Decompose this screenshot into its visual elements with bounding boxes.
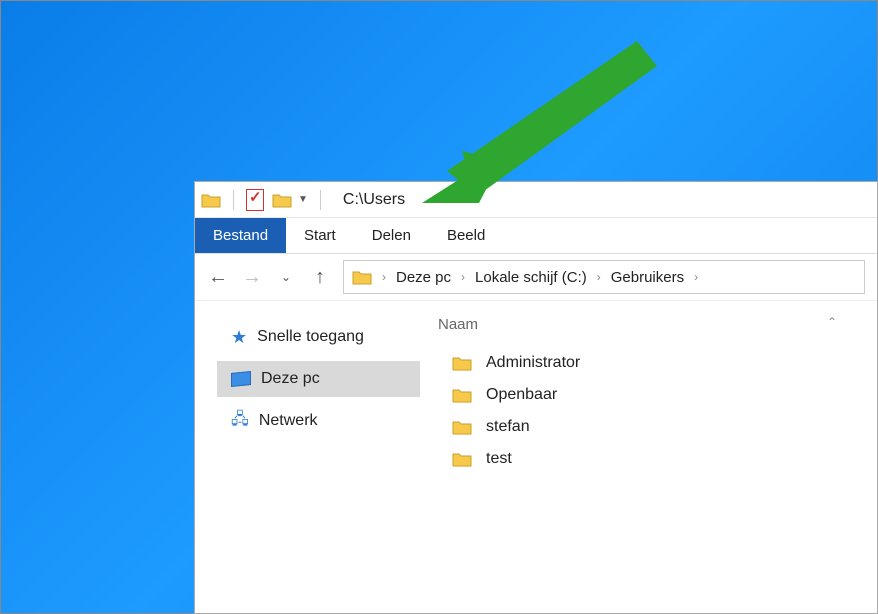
tab-share[interactable]: Delen (354, 218, 429, 253)
column-label: Naam (438, 316, 478, 333)
folder-row[interactable]: Openbaar (438, 379, 877, 411)
folder-name: stefan (486, 418, 530, 436)
address-folder-icon (352, 269, 372, 285)
folder-name: Openbaar (486, 386, 557, 404)
tree-label: Deze pc (261, 370, 320, 388)
tab-home[interactable]: Start (286, 218, 354, 253)
separator (320, 190, 321, 210)
titlebar: ▼ C:\Users (195, 182, 877, 218)
ribbon-tabs: Bestand Start Delen Beeld (195, 218, 877, 254)
folder-row[interactable]: stefan (438, 411, 877, 443)
file-list: Administrator Openbaar stefan test (438, 339, 877, 475)
back-button[interactable]: ← (207, 266, 229, 289)
star-icon: ★ (231, 327, 247, 348)
folder-icon (452, 451, 472, 467)
tree-label: Snelle toegang (257, 328, 364, 346)
folder-row[interactable]: Administrator (438, 347, 877, 379)
crumb-drive-c[interactable]: Lokale schijf (C:) (475, 269, 587, 286)
folder-name: test (486, 450, 512, 468)
column-header-name[interactable]: Naam ⌃ (438, 309, 877, 339)
file-explorer-window: ▼ C:\Users Bestand Start Delen Beeld ← →… (194, 181, 878, 614)
navigation-tree: ★ Snelle toegang Deze pc 🖧 Netwerk (195, 301, 420, 613)
tree-label: Netwerk (259, 412, 318, 430)
app-icon (201, 192, 221, 208)
chevron-right-icon[interactable]: › (382, 270, 386, 284)
chevron-right-icon[interactable]: › (694, 270, 698, 284)
tree-network[interactable]: 🖧 Netwerk (217, 403, 420, 439)
folder-icon (452, 419, 472, 435)
up-button[interactable]: ↑ (309, 266, 331, 289)
file-list-pane: Naam ⌃ Administrator Openbaar stefan (420, 301, 877, 613)
address-bar[interactable]: › Deze pc › Lokale schijf (C:) › Gebruik… (343, 260, 865, 294)
separator (233, 190, 234, 210)
tab-file[interactable]: Bestand (195, 218, 286, 253)
tree-quick-access[interactable]: ★ Snelle toegang (217, 319, 420, 355)
folder-icon (452, 355, 472, 371)
properties-icon[interactable] (246, 189, 264, 211)
crumb-this-pc[interactable]: Deze pc (396, 269, 451, 286)
new-folder-icon[interactable] (272, 192, 292, 208)
chevron-right-icon[interactable]: › (461, 270, 465, 284)
folder-name: Administrator (486, 354, 580, 372)
explorer-body: ★ Snelle toegang Deze pc 🖧 Netwerk Naam … (195, 300, 877, 613)
recent-dropdown-icon[interactable]: ⌄ (275, 270, 297, 284)
navigation-bar: ← → ⌄ ↑ › Deze pc › Lokale schijf (C:) ›… (195, 254, 877, 300)
sort-indicator-icon: ⌃ (827, 315, 837, 329)
forward-button[interactable]: → (241, 266, 263, 289)
folder-row[interactable]: test (438, 443, 877, 475)
qat-dropdown-icon[interactable]: ▼ (298, 194, 308, 205)
crumb-users[interactable]: Gebruikers (611, 269, 684, 286)
monitor-icon (231, 371, 251, 387)
window-title: C:\Users (343, 191, 405, 209)
folder-icon (452, 387, 472, 403)
chevron-right-icon[interactable]: › (597, 270, 601, 284)
tab-view[interactable]: Beeld (429, 218, 503, 253)
quick-access-toolbar: ▼ (246, 189, 308, 211)
tree-this-pc[interactable]: Deze pc (217, 361, 420, 397)
network-icon: 🖧 (231, 408, 249, 435)
